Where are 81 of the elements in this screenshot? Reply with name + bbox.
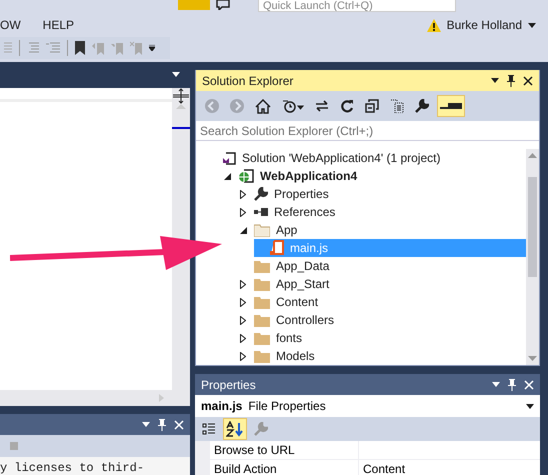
next-bookmark-icon [111,41,123,55]
solution-icon [222,152,236,164]
collapse-all-icon [365,99,379,113]
tree-item[interactable]: Solution 'WebApplication4' (1 project) [206,149,526,167]
caret-icon [142,422,150,427]
panel-title: Solution Explorer [202,74,294,88]
categorized-list-icon [202,422,216,436]
tree-item[interactable]: Properties [238,185,526,203]
split-icon [173,88,189,104]
wrench-icon [254,422,268,436]
tree-item[interactable]: Content [238,293,526,311]
caret-icon [172,72,180,78]
clock-icon [282,99,304,113]
folder-icon [254,350,270,362]
object-name: main.js [201,399,242,413]
folder-icon [254,278,270,290]
account-name[interactable]: Burke Holland [446,18,522,32]
tree-item[interactable]: App_Start [238,275,526,293]
caret-position-marker [172,126,190,129]
caret-icon [526,404,534,408]
align-icon [4,42,12,54]
caret-icon [492,382,500,387]
open-folder-icon [254,224,270,236]
script-file-icon [270,240,284,256]
folder-icon [254,314,270,326]
tree-item[interactable]: WebApplication4 [222,167,526,185]
wrench-icon [254,187,268,201]
vertical-scrollbar[interactable] [172,88,190,406]
scroll-right-icon [159,394,164,402]
speech-bubble-icon [216,0,230,10]
pin-icon [507,74,515,86]
web-project-icon [238,169,254,183]
previous-bookmark-icon [92,41,104,55]
tree-item[interactable]: fonts [238,329,526,347]
menu-item[interactable]: HELP [42,18,74,32]
vertical-scrollbar[interactable] [526,149,539,365]
comment-lines-icon [46,42,60,54]
caret-icon [528,22,536,28]
menu-item[interactable]: OW [0,18,21,32]
object-type: File Properties [248,399,327,413]
row-gutter [195,460,210,475]
sync-arrows-icon [315,99,329,113]
horizontal-scrollbar[interactable] [0,390,172,406]
tree-item[interactable]: References [238,203,526,221]
folder-icon [254,296,270,308]
indent-icon [27,42,39,54]
references-icon [254,208,268,216]
folder-icon [254,260,270,272]
quick-launch-field[interactable]: Quick Launch (Ctrl+Q) [258,0,456,12]
refresh-icon [340,99,354,113]
tree-item[interactable]: Models [238,347,526,365]
caret-icon [491,78,499,83]
tree-item[interactable]: App [238,221,526,239]
clear-bookmarks-icon [130,41,142,55]
back-icon [205,99,219,113]
panel-title: Properties [201,378,257,392]
scroll-up-icon [528,153,537,158]
stop-icon [10,442,18,450]
pin-icon [508,378,516,390]
tree-item[interactable]: Controllers [238,311,526,329]
scroll-down-icon [528,356,537,361]
row-gutter [195,441,210,460]
sort-az-icon [226,421,244,437]
tree-item[interactable]: App_Data [238,257,526,275]
folder-icon [254,332,270,344]
toolbar-button[interactable] [437,95,465,117]
output-text: y licenses to third- [0,460,146,475]
bookmark-icon [75,41,85,55]
close-icon [524,380,534,390]
toolbar-button[interactable] [223,418,247,440]
wrench-icon [415,99,429,113]
home-icon [255,98,271,114]
code-editor[interactable] [0,88,190,406]
show-all-files-icon [390,99,404,113]
close-icon [523,76,533,86]
forward-icon [230,99,244,113]
pin-icon [158,418,166,430]
close-icon [174,420,184,430]
scroll-up-icon [176,104,186,109]
preview-icon [440,102,462,110]
overflow-icon [149,45,155,51]
